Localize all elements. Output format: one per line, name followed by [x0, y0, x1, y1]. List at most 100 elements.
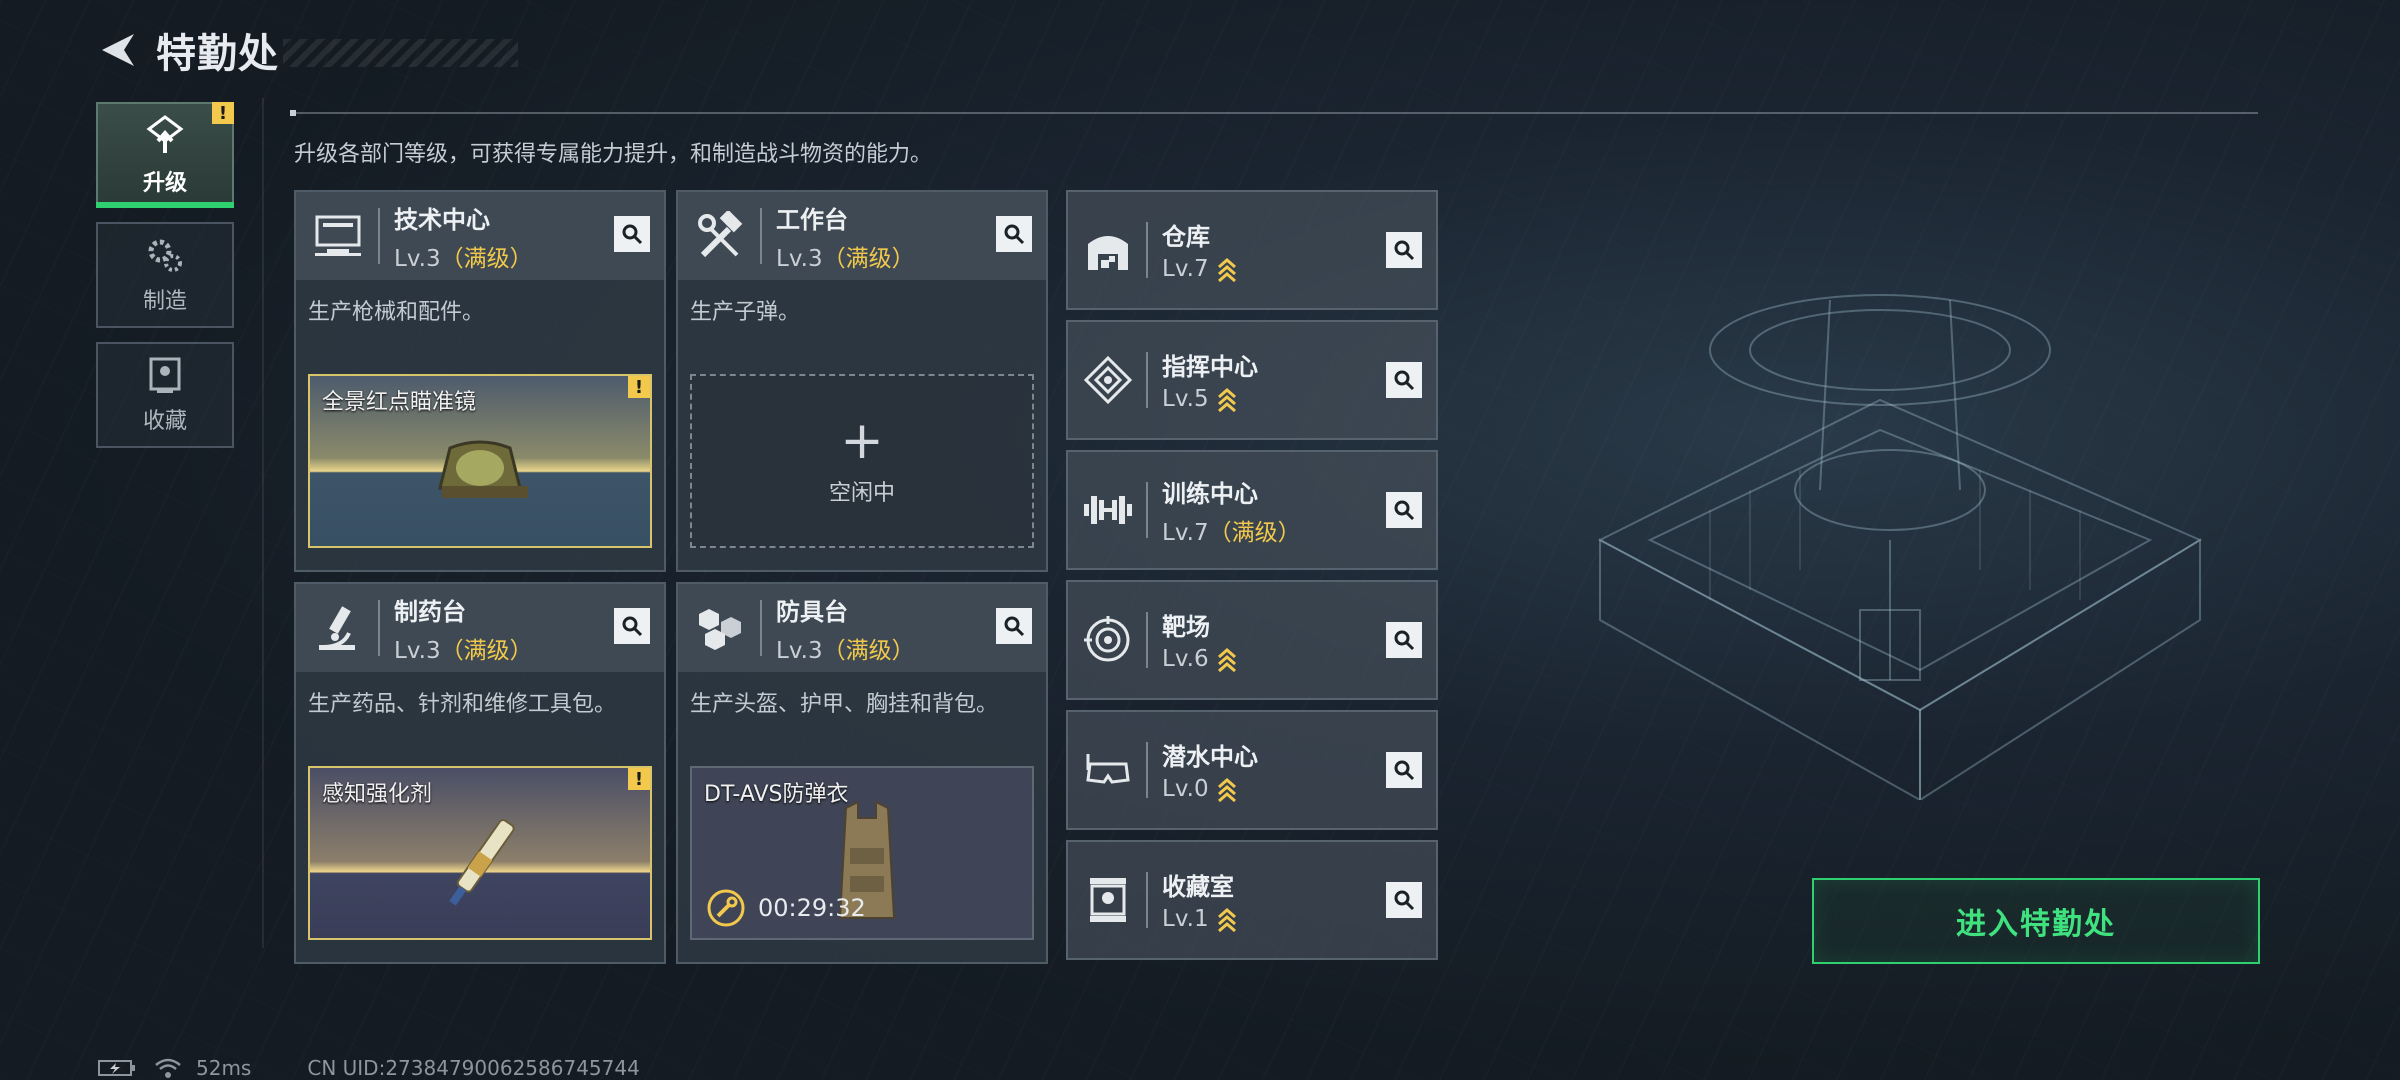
nav-item-collection[interactable]: 收藏 — [96, 342, 234, 448]
top-divider — [290, 110, 2258, 116]
search-button[interactable] — [614, 608, 650, 644]
item-name: 感知强化剂 — [322, 782, 433, 807]
syringe-image — [449, 819, 515, 906]
production-slot-in-progress[interactable]: DT-AVS防弹衣 00:29:32 — [690, 766, 1034, 940]
building-level: Lv.6 — [1162, 646, 1237, 673]
building-name: 潜水中心 — [1162, 743, 1258, 772]
magnifier-icon — [1394, 370, 1415, 391]
search-button[interactable] — [1386, 492, 1422, 528]
command-icon — [1082, 354, 1134, 406]
microscope-icon — [310, 600, 366, 656]
department-level: Lv.3（满级） — [776, 245, 915, 272]
separator — [378, 208, 380, 264]
upgrade-chevron-icon — [1217, 777, 1236, 802]
enter-special-ops-button[interactable]: 进入特勤处 — [1812, 878, 2260, 964]
empty-production-slot[interactable]: + 空闲中 — [690, 374, 1034, 548]
search-button[interactable] — [1386, 622, 1422, 658]
department-level: Lv.3（满级） — [394, 245, 533, 272]
nav-label: 制造 — [142, 289, 187, 314]
separator — [760, 600, 762, 656]
collection-icon — [149, 357, 181, 393]
building-level: Lv.5 — [1162, 386, 1258, 413]
divider — [262, 98, 264, 948]
building-card-warehouse[interactable]: 仓库 Lv.7 — [1066, 190, 1438, 310]
department-level: Lv.3（满级） — [394, 637, 533, 664]
building-level: Lv.0 — [1162, 776, 1258, 803]
separator — [1146, 872, 1148, 928]
building-card-diving-center[interactable]: 潜水中心 Lv.0 — [1066, 710, 1438, 830]
production-slot[interactable]: 感知强化剂 ! — [308, 766, 652, 940]
department-name: 技术中心 — [394, 205, 490, 234]
department-card-pharmacy[interactable]: 制药台 Lv.3（满级） 生产药品、针剂和维修工具包。 感知强化剂 ! — [294, 582, 666, 964]
magnifier-icon — [622, 616, 643, 637]
item-name: DT-AVS防弹衣 — [704, 782, 849, 807]
search-button[interactable] — [1386, 362, 1422, 398]
building-card-shooting-range[interactable]: 靶场 Lv.6 — [1066, 580, 1438, 700]
nav-item-craft[interactable]: 制造 — [96, 222, 234, 328]
dumbbell-icon — [1082, 484, 1134, 536]
magnifier-icon — [1394, 890, 1415, 911]
separator — [1146, 222, 1148, 278]
wrench-clock-icon — [707, 889, 745, 927]
upgrade-chevron-icon — [1217, 257, 1236, 282]
separator — [760, 208, 762, 264]
battery-icon — [98, 1060, 135, 1076]
nav-item-upgrade[interactable]: 升级 ! — [96, 102, 234, 208]
wifi-icon — [155, 1058, 181, 1078]
building-name: 靶场 — [1162, 613, 1210, 642]
nav-label: 升级 — [142, 171, 187, 196]
department-name: 工作台 — [776, 205, 848, 234]
department-name: 制药台 — [394, 597, 466, 626]
department-description: 生产药品、针剂和维修工具包。 — [308, 692, 617, 717]
card-header: 技术中心 Lv.3（满级） — [296, 192, 664, 280]
magnifier-icon — [1394, 630, 1415, 651]
armor-blocks-icon — [692, 600, 748, 656]
page-header: 特勤处 — [96, 22, 518, 78]
alert-badge: ! — [212, 102, 234, 124]
search-button[interactable] — [996, 608, 1032, 644]
tools-icon — [692, 208, 748, 264]
department-card-armor-bench[interactable]: 防具台 Lv.3（满级） 生产头盔、护甲、胸挂和背包。 DT-AVS防弹衣 00… — [676, 582, 1048, 964]
department-card-workbench[interactable]: 工作台 Lv.3（满级） 生产子弹。 + 空闲中 — [676, 190, 1048, 572]
alert-badge: ! — [628, 768, 650, 790]
building-name: 训练中心 — [1162, 479, 1258, 508]
production-slot[interactable]: 全景红点瞄准镜 ! — [308, 374, 652, 548]
search-button[interactable] — [1386, 882, 1422, 918]
department-description: 生产子弹。 — [690, 300, 801, 325]
search-button[interactable] — [614, 216, 650, 252]
department-description: 生产枪械和配件。 — [308, 300, 485, 325]
page-title: 特勤处 — [156, 31, 279, 77]
search-button[interactable] — [1386, 232, 1422, 268]
base-hologram-illustration — [1597, 294, 2203, 800]
search-button[interactable] — [996, 216, 1032, 252]
building-card-training-center[interactable]: 训练中心 Lv.7（满级） — [1066, 450, 1438, 570]
magnifier-icon — [1394, 500, 1415, 521]
upgrade-chevron-icon — [1217, 907, 1236, 932]
gears-icon — [148, 239, 182, 272]
alert-badge: ! — [628, 376, 650, 398]
magnifier-icon — [622, 224, 643, 245]
department-card-tech-center[interactable]: 技术中心 Lv.3（满级） 生产枪械和配件。 全景红点瞄准镜 ! — [294, 190, 666, 572]
separator — [1146, 352, 1148, 408]
timer-text: 00:29:32 — [758, 894, 866, 922]
department-level: Lv.3（满级） — [776, 637, 915, 664]
production-timer: 00:29:32 — [706, 888, 866, 928]
item-name: 全景红点瞄准镜 — [322, 390, 477, 415]
enter-button-label: 进入特勤处 — [1956, 907, 2116, 942]
building-card-command-center[interactable]: 指挥中心 Lv.5 — [1066, 320, 1438, 440]
nav-label: 收藏 — [142, 409, 187, 434]
building-level: Lv.7（满级） — [1162, 519, 1301, 546]
card-header: 工作台 Lv.3（满级） — [678, 192, 1046, 280]
status-bar: 52ms CN UID:27384790062586745744 — [98, 1056, 640, 1080]
uid-text: CN UID:27384790062586745744 — [307, 1056, 640, 1080]
back-arrow-icon[interactable] — [96, 28, 140, 72]
target-icon — [1082, 614, 1134, 666]
upgrade-icon — [146, 115, 184, 153]
search-button[interactable] — [1386, 752, 1422, 788]
diving-mask-icon — [1082, 744, 1134, 796]
building-level: Lv.7 — [1162, 256, 1237, 283]
card-header: 防具台 Lv.3（满级） — [678, 584, 1046, 672]
department-description: 生产头盔、护甲、胸挂和背包。 — [690, 692, 999, 717]
building-card-collection-room[interactable]: 收藏室 Lv.1 — [1066, 840, 1438, 960]
separator — [378, 600, 380, 656]
